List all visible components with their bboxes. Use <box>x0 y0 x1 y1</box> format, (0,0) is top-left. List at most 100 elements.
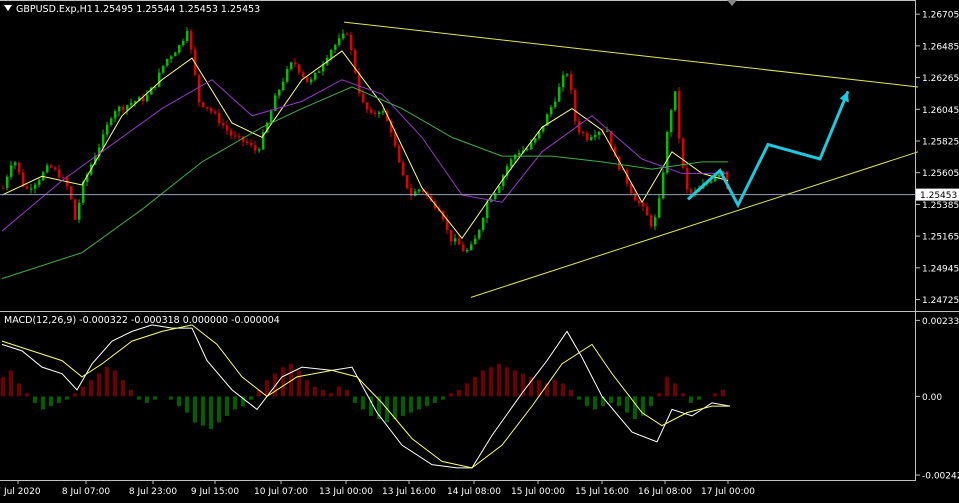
candle-body[interactable] <box>10 165 13 177</box>
candle-body[interactable] <box>334 44 337 50</box>
candle-body[interactable] <box>314 72 317 80</box>
candle-body[interactable] <box>238 136 241 138</box>
candle-body[interactable] <box>418 189 421 192</box>
candle-body[interactable] <box>206 106 209 109</box>
candle-body[interactable] <box>466 250 469 252</box>
candle-body[interactable] <box>514 154 517 160</box>
candle-body[interactable] <box>278 89 281 96</box>
candle-body[interactable] <box>366 102 369 110</box>
candle-body[interactable] <box>342 33 345 39</box>
candle-body[interactable] <box>574 90 577 122</box>
candle-body[interactable] <box>458 238 461 245</box>
candle-body[interactable] <box>178 45 181 53</box>
candle-body[interactable] <box>658 198 661 218</box>
candle-body[interactable] <box>302 72 305 78</box>
candle-body[interactable] <box>526 148 529 151</box>
candle-body[interactable] <box>146 94 149 102</box>
candle-body[interactable] <box>214 111 217 114</box>
candle-body[interactable] <box>486 202 489 219</box>
candle-body[interactable] <box>110 118 113 125</box>
candle-body[interactable] <box>718 174 721 177</box>
candle-body[interactable] <box>450 229 453 242</box>
candle-body[interactable] <box>190 31 193 50</box>
candle-body[interactable] <box>130 102 133 106</box>
candle-body[interactable] <box>582 132 585 134</box>
candle-body[interactable] <box>370 109 373 113</box>
candle-body[interactable] <box>646 206 649 216</box>
candle-body[interactable] <box>294 62 297 65</box>
candle-body[interactable] <box>650 215 653 227</box>
candle-body[interactable] <box>306 77 309 83</box>
candle-body[interactable] <box>550 107 553 115</box>
candle-body[interactable] <box>558 87 561 102</box>
candle-body[interactable] <box>534 138 537 143</box>
candle-body[interactable] <box>310 79 313 83</box>
candle-body[interactable] <box>686 167 689 190</box>
candle-body[interactable] <box>562 75 565 88</box>
candle-body[interactable] <box>166 58 169 66</box>
candle-body[interactable] <box>218 113 221 124</box>
candle-body[interactable] <box>254 145 257 151</box>
candle-body[interactable] <box>566 74 569 76</box>
candle-body[interactable] <box>74 199 77 220</box>
candle-body[interactable] <box>682 138 685 168</box>
candle-body[interactable] <box>158 72 161 87</box>
candle-body[interactable] <box>122 106 125 111</box>
candle-body[interactable] <box>406 175 409 189</box>
candle-body[interactable] <box>210 108 213 112</box>
candle-body[interactable] <box>126 105 129 111</box>
candle-body[interactable] <box>346 33 349 35</box>
candle-body[interactable] <box>222 123 225 126</box>
candle-body[interactable] <box>246 141 249 144</box>
candle-body[interactable] <box>674 91 677 111</box>
candle-body[interactable] <box>282 81 285 90</box>
candle-body[interactable] <box>70 186 73 200</box>
candle-body[interactable] <box>498 186 501 194</box>
candle-body[interactable] <box>350 34 353 50</box>
candle-body[interactable] <box>102 134 105 148</box>
candle-body[interactable] <box>270 110 273 123</box>
candle-body[interactable] <box>286 69 289 82</box>
candle-body[interactable] <box>654 217 657 227</box>
candle-body[interactable] <box>678 91 681 139</box>
candle-body[interactable] <box>50 165 53 168</box>
candle-body[interactable] <box>34 184 37 189</box>
candle-body[interactable] <box>298 64 301 73</box>
candle-body[interactable] <box>474 238 477 245</box>
candle-body[interactable] <box>482 218 485 230</box>
candle-body[interactable] <box>230 130 233 136</box>
candle-body[interactable] <box>26 186 29 189</box>
candle-body[interactable] <box>470 244 473 251</box>
candle-body[interactable] <box>362 93 365 103</box>
candle-body[interactable] <box>510 159 513 167</box>
candle-body[interactable] <box>710 181 713 183</box>
candle-body[interactable] <box>202 102 205 107</box>
candle-body[interactable] <box>642 203 645 207</box>
candle-body[interactable] <box>598 131 601 135</box>
candle-body[interactable] <box>638 200 641 204</box>
candle-body[interactable] <box>690 189 693 194</box>
candle-body[interactable] <box>378 112 381 114</box>
candle-body[interactable] <box>518 152 521 155</box>
candle-body[interactable] <box>58 169 61 178</box>
candle-body[interactable] <box>46 165 49 173</box>
candle-body[interactable] <box>578 121 581 133</box>
candle-body[interactable] <box>2 187 5 189</box>
candle-body[interactable] <box>258 149 261 151</box>
candle-body[interactable] <box>398 145 401 163</box>
candle-body[interactable] <box>338 38 341 45</box>
candle-body[interactable] <box>570 74 573 91</box>
candle-body[interactable] <box>462 244 465 252</box>
candle-body[interactable] <box>590 137 593 141</box>
candle-body[interactable] <box>494 193 497 200</box>
candle-body[interactable] <box>250 143 253 146</box>
candle-body[interactable] <box>374 112 377 114</box>
candle-body[interactable] <box>454 238 457 242</box>
candle-body[interactable] <box>226 125 229 131</box>
candle-body[interactable] <box>586 133 589 141</box>
candle-body[interactable] <box>402 162 405 176</box>
candle-body[interactable] <box>554 101 557 108</box>
candle-body[interactable] <box>6 176 9 188</box>
candle-body[interactable] <box>594 134 597 138</box>
candle-body[interactable] <box>18 162 21 173</box>
